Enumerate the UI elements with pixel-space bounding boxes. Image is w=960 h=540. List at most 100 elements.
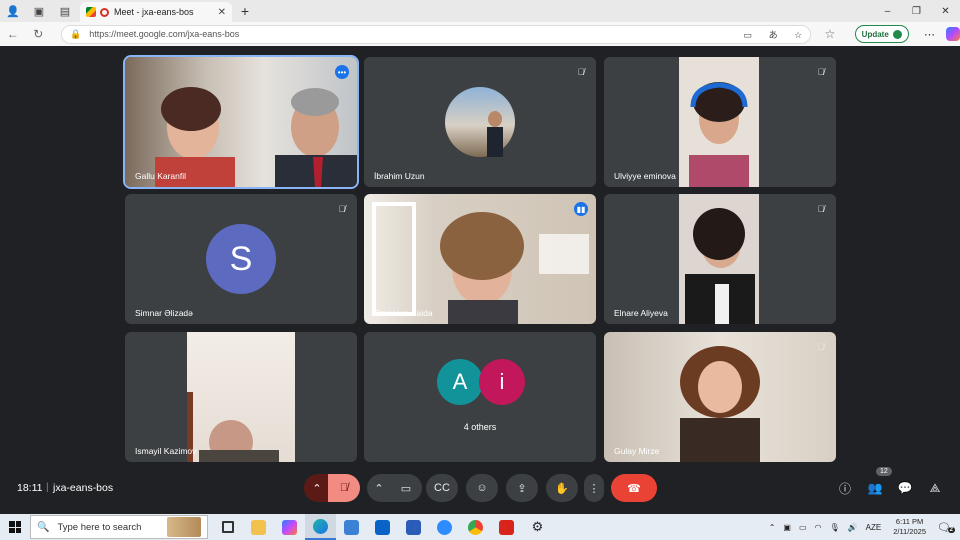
chevron-up-icon[interactable]: ⌃ xyxy=(769,523,776,532)
translate-icon[interactable]: あ xyxy=(769,30,778,40)
tab-actions-icon[interactable]: ▤ xyxy=(52,0,78,22)
other-avatar: A xyxy=(437,359,483,405)
participant-video xyxy=(125,57,357,187)
meet-favicon-icon xyxy=(86,7,96,17)
people-icon[interactable]: 👥 xyxy=(866,479,884,497)
camera-permission-icon[interactable]: ▭ xyxy=(744,30,753,40)
meeting-code: jxa-eans-bos xyxy=(53,482,114,494)
leave-call-button[interactable]: ☎ xyxy=(611,474,657,502)
copilot-app-icon[interactable] xyxy=(274,514,305,540)
url-text: https://meet.google.com/jxa-eans-bos xyxy=(89,29,240,39)
language-indicator[interactable]: AZE xyxy=(866,523,882,532)
outlook-icon[interactable] xyxy=(367,514,398,540)
file-explorer-icon[interactable] xyxy=(243,514,274,540)
mic-off-icon: 🎙̸ xyxy=(339,482,349,494)
participant-tile[interactable]: ▮▮ Omarova Faida xyxy=(364,194,596,324)
more-menu-icon[interactable]: ⋯ xyxy=(917,28,942,41)
acrobat-icon[interactable] xyxy=(491,514,522,540)
participant-video xyxy=(187,332,295,462)
participant-name: Gulay Mirze xyxy=(614,446,660,456)
participant-tile[interactable]: Ismayil Kazimov xyxy=(125,332,357,462)
edge-icon[interactable] xyxy=(305,514,336,540)
camera-icon: ▭ xyxy=(400,482,412,495)
participant-avatar xyxy=(445,87,515,157)
battery-icon[interactable]: ▭ xyxy=(799,523,807,532)
participant-name: Ulviyye eminova xyxy=(614,171,676,181)
close-tab-icon[interactable]: ✕ xyxy=(218,7,226,18)
avatar-initial: S xyxy=(229,239,253,278)
raise-hand-button[interactable]: ✋ xyxy=(546,474,578,502)
update-button[interactable]: Update xyxy=(854,25,909,43)
search-icon: 🔍 xyxy=(37,521,50,533)
captions-icon: CC xyxy=(434,482,450,494)
more-options-button[interactable]: ⋮ xyxy=(584,474,604,502)
mic-off-icon: 🎙̸ xyxy=(338,204,346,214)
chrome-icon[interactable] xyxy=(460,514,491,540)
volume-icon[interactable]: 🔊 xyxy=(848,523,858,532)
participant-avatar: S xyxy=(206,224,276,294)
present-screen-icon: ⇪ xyxy=(517,482,527,495)
task-view-icon[interactable] xyxy=(212,514,243,540)
tab-meet[interactable]: Meet - jxa-eans-bos ✕ xyxy=(80,2,232,22)
url-field[interactable]: 🔒 https://meet.google.com/jxa-eans-bos ▭… xyxy=(60,24,812,44)
back-icon[interactable]: ← xyxy=(0,27,25,41)
reactions-button[interactable]: ☺ xyxy=(466,474,498,502)
meeting-info-icon[interactable]: ⓘ xyxy=(836,479,854,497)
meet-video-grid: ••• Gallu Karanfil 🎙̸ İbrahim Uzun 🎙̸ Ul… xyxy=(3,46,957,512)
new-tab-button[interactable]: + xyxy=(232,3,258,19)
mic-options-button[interactable]: ⌃ xyxy=(304,474,330,502)
mic-toggle-button[interactable]: 🎙̸ xyxy=(328,474,360,502)
participant-tile[interactable]: ••• Gallu Karanfil xyxy=(123,55,359,189)
video-frame xyxy=(680,346,760,462)
favorite-star-icon[interactable]: ☆ xyxy=(794,30,802,40)
camera-toggle-button[interactable]: ▭ xyxy=(390,474,422,502)
start-button[interactable] xyxy=(0,521,30,533)
others-tile[interactable]: A i 4 others xyxy=(364,332,596,462)
mic-off-icon: 🎙̸ xyxy=(577,67,585,77)
taskbar-clock[interactable]: 6:11 PM 2/11/2025 xyxy=(893,517,926,537)
update-label: Update xyxy=(861,29,889,39)
chat-icon[interactable]: 💬 xyxy=(896,479,914,497)
camera-options-button[interactable]: ⌃ xyxy=(367,474,391,502)
mic-tray-icon[interactable]: 🎙 xyxy=(830,523,840,532)
participant-video xyxy=(679,57,759,187)
more-options-icon[interactable]: ••• xyxy=(335,65,349,79)
maximize-button[interactable]: ❐ xyxy=(902,6,931,17)
store-icon[interactable] xyxy=(336,514,367,540)
zoom-icon[interactable] xyxy=(429,514,460,540)
other-avatar: i xyxy=(479,359,525,405)
present-button[interactable]: ⇪ xyxy=(506,474,538,502)
participant-name: Omarova Faida xyxy=(374,308,433,318)
participant-tile[interactable]: 🎙̸ Ulviyye eminova xyxy=(604,57,836,187)
participant-name: İbrahim Uzun xyxy=(374,171,425,181)
profile-icon[interactable]: 👤 xyxy=(0,0,26,22)
participant-tile[interactable]: S 🎙̸ Simnar Əlizadə xyxy=(125,194,357,324)
word-icon[interactable] xyxy=(398,514,429,540)
participant-tile[interactable]: 🎙̸ Gulay Mirze xyxy=(604,332,836,462)
video-frame xyxy=(689,82,749,187)
settings-icon[interactable]: ⚙ xyxy=(522,514,553,540)
participant-tile[interactable]: 🎙̸ İbrahim Uzun xyxy=(364,57,596,187)
favorites-icon[interactable]: ☆ xyxy=(817,27,842,41)
tab-title: Meet - jxa-eans-bos xyxy=(114,7,194,17)
minimize-button[interactable]: – xyxy=(873,6,902,17)
tray-app-icon[interactable]: ▣ xyxy=(783,523,791,532)
participant-name: Elnare Aliyeva xyxy=(614,308,668,318)
participant-tile[interactable]: 🎙̸ Elnare Aliyeva xyxy=(604,194,836,324)
workspaces-icon[interactable]: ▣ xyxy=(26,0,52,22)
notification-count: 2 xyxy=(947,526,955,533)
copilot-icon[interactable] xyxy=(946,27,960,41)
search-placeholder: Type here to search xyxy=(57,521,142,533)
close-window-button[interactable]: ✕ xyxy=(931,6,960,17)
recording-icon xyxy=(100,7,109,17)
chevron-up-icon: ⌃ xyxy=(312,482,322,495)
meet-control-bar: 18:11 | jxa-eans-bos ⌃ 🎙̸ ⌃ ▭ CC ☺ ⇪ ✋ ⋮… xyxy=(3,466,957,512)
taskbar-search[interactable]: 🔍 Type here to search xyxy=(30,515,208,539)
notifications-icon[interactable]: 🗨 2 xyxy=(934,521,955,534)
wifi-icon[interactable]: ◠ xyxy=(815,523,822,532)
site-info-icon[interactable]: 🔒 xyxy=(70,29,81,40)
participant-video xyxy=(604,332,836,462)
activities-icon[interactable]: ⟁ xyxy=(926,479,944,497)
refresh-icon[interactable]: ↻ xyxy=(25,27,50,41)
captions-button[interactable]: CC xyxy=(426,474,458,502)
